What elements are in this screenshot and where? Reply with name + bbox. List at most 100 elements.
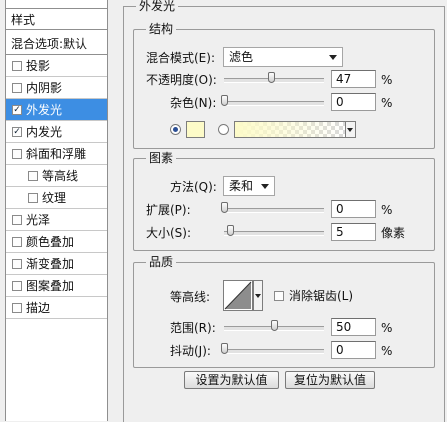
range-value: 50 — [336, 320, 352, 334]
jitter-label: 抖动(J): — [170, 344, 211, 358]
size-unit: 像素 — [381, 226, 406, 240]
style-item[interactable]: 描边 — [6, 297, 107, 319]
style-item-label: 投影 — [26, 59, 51, 73]
range-slider-thumb[interactable] — [271, 320, 278, 331]
elements-title: 图素 — [146, 150, 177, 166]
glow-gradient-swatch[interactable] — [234, 121, 346, 138]
opacity-slider-thumb[interactable] — [268, 72, 275, 83]
style-item[interactable]: ✓ 内发光 — [6, 121, 107, 143]
style-item-label: 内阴影 — [26, 81, 63, 95]
jitter-slider-track[interactable] — [224, 349, 324, 354]
chevron-down-icon — [255, 294, 261, 298]
solid-color-radio[interactable] — [170, 124, 181, 135]
style-item-label: 等高线 — [42, 169, 79, 183]
spread-label: 扩展(P): — [146, 203, 191, 217]
size-input[interactable]: 5 — [331, 223, 376, 241]
style-item[interactable]: 纹理 — [6, 187, 107, 209]
style-item[interactable]: 投影 — [6, 55, 107, 77]
spread-slider-thumb[interactable] — [221, 202, 228, 213]
contour-picker[interactable] — [223, 280, 253, 311]
style-item-checkbox[interactable] — [28, 171, 38, 181]
style-item-label: 内发光 — [26, 125, 63, 139]
style-item-checkbox[interactable] — [12, 149, 22, 159]
blend-mode-value: 滤色 — [229, 50, 254, 64]
blend-mode-dropdown[interactable]: 滤色 — [223, 47, 343, 67]
blending-options-item[interactable]: 混合选项:默认 — [6, 33, 107, 55]
style-item[interactable]: 渐变叠加 — [6, 253, 107, 275]
blend-mode-label: 混合模式(E): — [146, 51, 215, 65]
style-item-label: 斜面和浮雕 — [26, 147, 87, 161]
anti-aliased-checkbox[interactable] — [274, 291, 284, 301]
style-item-checkbox[interactable] — [12, 61, 22, 71]
structure-group: 结构 混合模式(E): 滤色 不透明度(O): 47 % 杂色(N): 0 % — [133, 21, 435, 149]
style-item[interactable]: 内阴影 — [6, 77, 107, 99]
styles-header: 样式 — [6, 8, 107, 30]
opacity-value: 47 — [336, 72, 352, 86]
noise-input[interactable]: 0 — [331, 93, 376, 111]
glow-color-swatch[interactable] — [186, 121, 205, 138]
jitter-value: 0 — [336, 343, 344, 357]
opacity-input[interactable]: 47 — [331, 70, 376, 88]
spread-value: 0 — [336, 202, 344, 216]
noise-slider-track[interactable] — [224, 101, 324, 106]
anti-aliased-label: 消除锯齿(L) — [289, 289, 354, 303]
opacity-percent: % — [381, 73, 393, 87]
size-value: 5 — [336, 225, 344, 239]
style-item-checkbox[interactable]: ✓ — [12, 105, 22, 115]
noise-slider-thumb[interactable] — [221, 95, 228, 106]
styles-list: 样式 混合选项:默认 投影 内阴影 ✓ 外发光 ✓ 内发光 斜面和浮雕 等高线 纹理 光泽 颜色叠加… — [5, 0, 108, 421]
gradient-radio[interactable] — [218, 124, 229, 135]
style-item-checkbox[interactable]: ✓ — [12, 127, 22, 137]
technique-label: 方法(Q): — [170, 180, 217, 194]
range-input[interactable]: 50 — [331, 318, 376, 336]
jitter-percent: % — [381, 344, 393, 358]
size-label: 大小(S): — [146, 226, 192, 240]
style-item[interactable]: 光泽 — [6, 209, 107, 231]
noise-label: 杂色(N): — [170, 96, 217, 110]
structure-title: 结构 — [146, 21, 177, 37]
style-item-checkbox[interactable] — [12, 83, 22, 93]
noise-percent: % — [381, 96, 393, 110]
style-item-checkbox[interactable] — [12, 303, 22, 313]
style-item[interactable]: 斜面和浮雕 — [6, 143, 107, 165]
spread-percent: % — [381, 203, 393, 217]
style-item-checkbox[interactable] — [12, 281, 22, 291]
style-item[interactable]: 图案叠加 — [6, 275, 107, 297]
technique-dropdown[interactable]: 柔和 — [223, 176, 275, 196]
opacity-label: 不透明度(O): — [146, 73, 217, 87]
style-item-label: 颜色叠加 — [26, 235, 75, 249]
blending-options-label: 混合选项:默认 — [11, 37, 88, 51]
style-item-checkbox[interactable] — [12, 237, 22, 247]
range-percent: % — [381, 321, 393, 335]
style-item[interactable]: ✓ 外发光 — [6, 99, 107, 121]
style-item-checkbox[interactable] — [28, 193, 38, 203]
spread-input[interactable]: 0 — [331, 200, 376, 218]
contour-label: 等高线: — [170, 290, 211, 304]
style-item-label: 图案叠加 — [26, 279, 75, 293]
make-default-button[interactable]: 设置为默认值 — [184, 371, 279, 389]
outer-glow-panel: 外发光 结构 混合模式(E): 滤色 不透明度(O): 47 % 杂色(N): … — [123, 0, 445, 422]
style-item-label: 纹理 — [42, 191, 67, 205]
style-item-label: 光泽 — [26, 213, 51, 227]
quality-group: 品质 等高线: 消除锯齿(L) 范围(R): 50 % 抖动(J): 0 % — [133, 254, 435, 368]
elements-group: 图素 方法(Q): 柔和 扩展(P): 0 % 大小(S): 5 像素 — [133, 150, 435, 251]
style-item[interactable]: 等高线 — [6, 165, 107, 187]
chevron-down-icon — [329, 55, 337, 60]
size-slider-thumb[interactable] — [227, 225, 234, 236]
gradient-dropdown-button[interactable] — [345, 121, 356, 138]
jitter-input[interactable]: 0 — [331, 341, 376, 359]
quality-title: 品质 — [146, 254, 177, 270]
style-item[interactable]: 颜色叠加 — [6, 231, 107, 253]
chevron-down-icon — [261, 184, 269, 189]
jitter-slider-thumb[interactable] — [221, 343, 228, 354]
contour-dropdown-button[interactable] — [253, 280, 263, 311]
contour-curve-icon — [224, 281, 252, 310]
spread-slider-track[interactable] — [224, 208, 324, 213]
style-item-label: 渐变叠加 — [26, 257, 75, 271]
style-item-checkbox[interactable] — [12, 215, 22, 225]
size-slider-track[interactable] — [224, 231, 324, 236]
noise-value: 0 — [336, 95, 344, 109]
style-item-checkbox[interactable] — [12, 259, 22, 269]
style-item-label: 描边 — [26, 301, 51, 315]
reset-default-button[interactable]: 复位为默认值 — [285, 371, 375, 389]
